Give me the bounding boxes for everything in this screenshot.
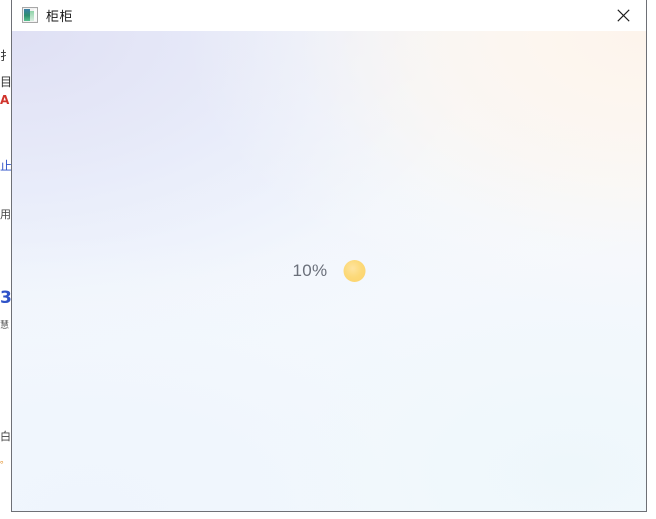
window-title: 柜柜	[46, 9, 74, 25]
dialog-content-area: 10%	[12, 31, 646, 511]
close-icon	[616, 8, 630, 22]
loading-indicator: 10%	[293, 260, 366, 282]
picture-thumbnail-icon	[22, 7, 38, 23]
background-text-fragment: A	[0, 93, 10, 107]
loading-percent-label: 10%	[292, 261, 328, 280]
window-title-bar[interactable]: 柜柜	[12, 0, 646, 31]
background-text-fragment: 用	[0, 208, 11, 221]
dialog-window: 柜柜 10%	[11, 0, 647, 512]
background-text-fragment: 。	[0, 456, 10, 466]
background-text-fragment: 白	[0, 430, 11, 443]
close-button[interactable]	[600, 0, 646, 30]
thumbnail-swatch-right	[34, 9, 37, 21]
loading-spinner-dot	[343, 260, 366, 282]
background-text-fragment: 慧	[0, 321, 10, 331]
